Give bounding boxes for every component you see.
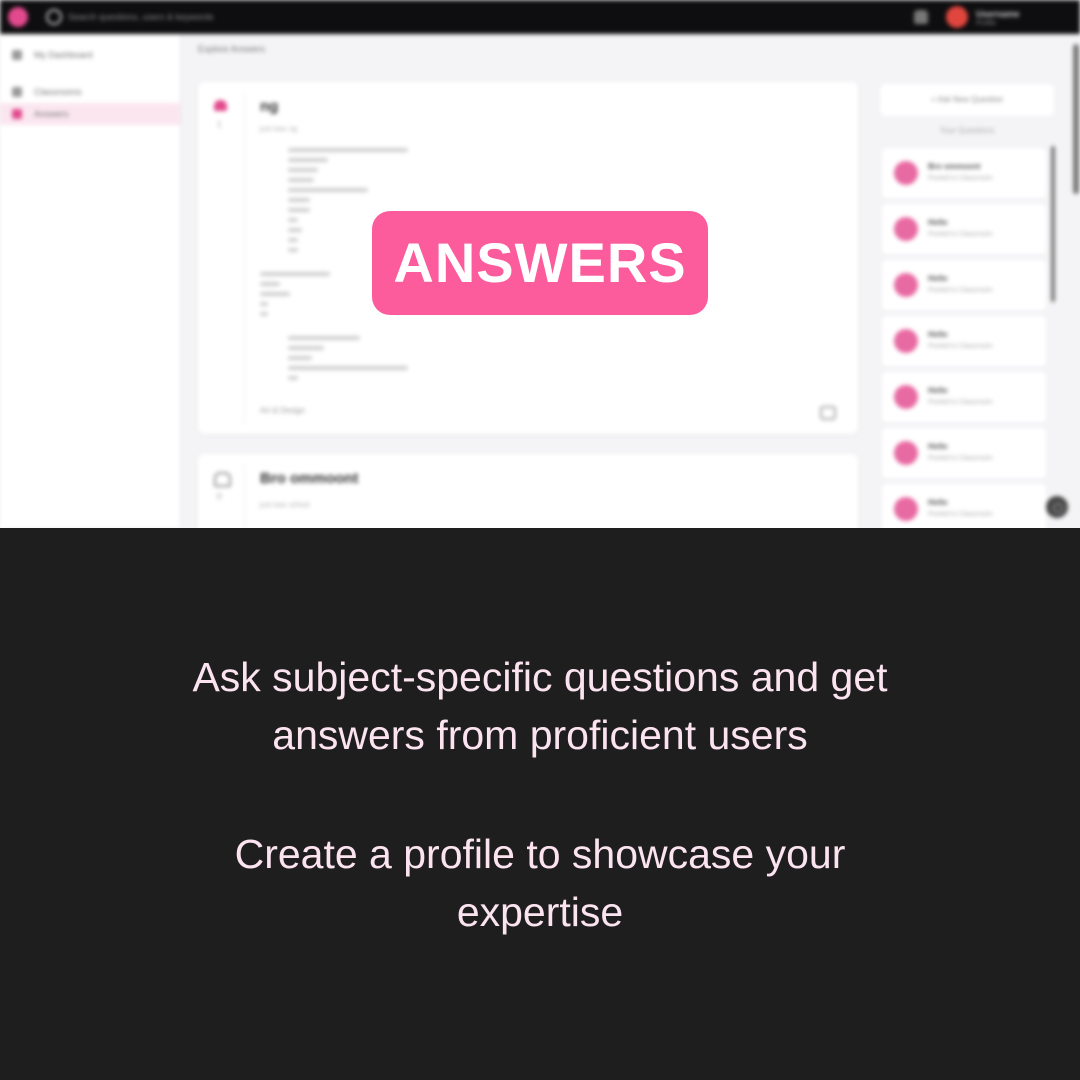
page-scrollbar[interactable] [1073,44,1079,194]
body-text-line [288,238,298,242]
search-icon[interactable] [46,9,62,25]
list-item-title: Hello [928,218,948,227]
body-text-line [288,248,298,252]
list-item-subtitle: Posted in Classroom [928,231,993,238]
top-bar: Search questions, users & keywords Usern… [0,0,1080,34]
list-item-title: Hello [928,386,948,395]
body-text-line [260,292,290,296]
help-button[interactable] [1046,496,1068,518]
dashboard-icon [12,50,22,60]
list-item[interactable]: Hello Posted in Classroom [882,372,1046,422]
avatar [894,217,918,241]
notification-bell-icon[interactable] [914,10,928,24]
question-meta: just now, school [260,502,310,509]
sidebar-item-label: My Dashboard [34,50,93,60]
vote-count: 1 [217,120,222,129]
avatar [894,441,918,465]
list-item[interactable]: Hello Posted in Classroom [882,260,1046,310]
classroom-icon [12,87,22,97]
sidebar-item-classrooms[interactable]: Classrooms [0,81,180,103]
avatar [894,329,918,353]
body-text-line [260,282,280,286]
list-item[interactable]: Hello Posted in Classroom [882,316,1046,366]
body-text-line [260,302,268,306]
your-questions-list: Bro ommoont Posted in Classroom Hello Po… [882,144,1048,528]
divider [244,464,245,528]
body-text-line [288,366,408,370]
sidebar-item-answers[interactable]: Answers [0,103,180,125]
list-item-subtitle: Posted in Classroom [928,399,993,406]
body-text-line [288,228,302,232]
answers-badge: ANSWERS [372,211,708,315]
question-title[interactable]: ng [260,98,278,115]
caption-line: expertise [456,889,624,935]
sidebar-item-dashboard[interactable]: My Dashboard [0,44,180,66]
list-item-title: Bro ommoont [928,162,981,171]
caption-line: Ask subject-specific questions and get [192,654,888,700]
body-text-line [288,168,318,172]
subject-tag[interactable]: Art & Design [260,406,305,415]
list-item[interactable]: Bro ommoont Posted in Classroom [882,148,1046,198]
avatar [894,273,918,297]
body-text-line [288,346,324,350]
sidebar: My Dashboard Classrooms Answers [0,34,181,528]
list-item[interactable]: Hello Posted in Classroom [882,484,1046,528]
list-item[interactable]: Hello Posted in Classroom [882,204,1046,254]
avatar [894,385,918,409]
question-card[interactable]: 0 Bro ommoont just now, school [198,454,858,528]
your-questions-heading: Your Questions [939,126,995,135]
question-meta: just now, ng [260,126,297,133]
body-text-line [288,218,298,222]
body-text-line [288,208,310,212]
list-item-title: Hello [928,442,948,451]
body-text-line [260,272,330,276]
body-text-line [260,312,268,316]
body-text-line [288,148,408,152]
avatar [894,497,918,521]
comment-icon[interactable] [820,406,836,420]
user-subtitle: Profile [976,20,996,27]
heart-icon[interactable] [214,100,227,111]
body-text-line [288,336,360,340]
caption-line: answers from proficient users [272,712,808,758]
divider [244,92,245,424]
list-item-title: Hello [928,498,948,507]
ask-new-question-button[interactable]: + Ask New Question [880,84,1054,116]
sidebar-item-label: Answers [34,109,69,119]
list-item-title: Hello [928,330,948,339]
user-name[interactable]: Username [976,9,1020,19]
vote-count: 0 [217,492,222,501]
body-text-line [288,198,310,202]
answers-icon [12,109,22,119]
body-text-line [288,376,298,380]
body-text-line [288,178,314,182]
body-text-line [288,188,368,192]
body-text-line [288,158,328,162]
logo-icon[interactable] [8,7,28,27]
list-item-subtitle: Posted in Classroom [928,175,993,182]
list-item-subtitle: Posted in Classroom [928,511,993,518]
body-text-line [288,356,312,360]
list-item[interactable]: Hello Posted in Classroom [882,428,1046,478]
caption-line: Create a profile to showcase your [234,831,846,877]
list-item-subtitle: Posted in Classroom [928,455,993,462]
search-input[interactable]: Search questions, users & keywords [68,12,214,22]
list-scrollbar[interactable] [1051,146,1055,302]
list-item-title: Hello [928,274,948,283]
question-title[interactable]: Bro ommoont [260,470,358,487]
list-item-subtitle: Posted in Classroom [928,287,993,294]
heart-outline-icon[interactable] [214,472,231,487]
sidebar-item-label: Classrooms [34,87,82,97]
avatar [894,161,918,185]
list-item-subtitle: Posted in Classroom [928,343,993,350]
avatar[interactable] [946,6,968,28]
breadcrumb: Explore Answers [198,44,266,54]
